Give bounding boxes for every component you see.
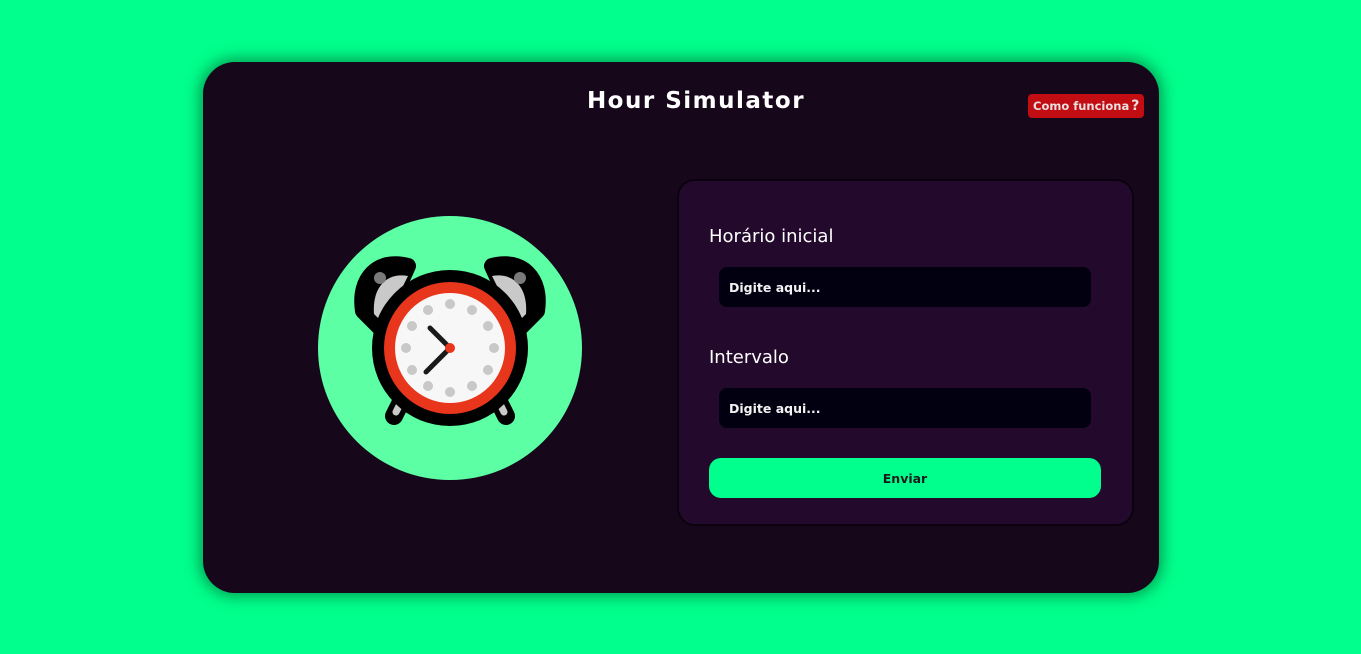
clock-illustration [318, 216, 582, 480]
submit-button[interactable]: Enviar [709, 458, 1101, 498]
how-it-works-button[interactable]: Como funciona ? [1028, 94, 1145, 118]
start-time-label: Horário inicial [709, 226, 834, 247]
main-card: Hour Simulator Como funciona ? Horário i… [203, 62, 1159, 593]
start-time-input[interactable] [719, 267, 1091, 307]
how-it-works-label: Como funciona [1033, 99, 1130, 113]
interval-input[interactable] [719, 388, 1091, 428]
alarm-clock-icon [354, 256, 546, 426]
question-mark-icon: ? [1131, 98, 1140, 114]
form-panel: Horário inicial Intervalo Enviar [677, 179, 1134, 526]
interval-label: Intervalo [709, 347, 789, 368]
